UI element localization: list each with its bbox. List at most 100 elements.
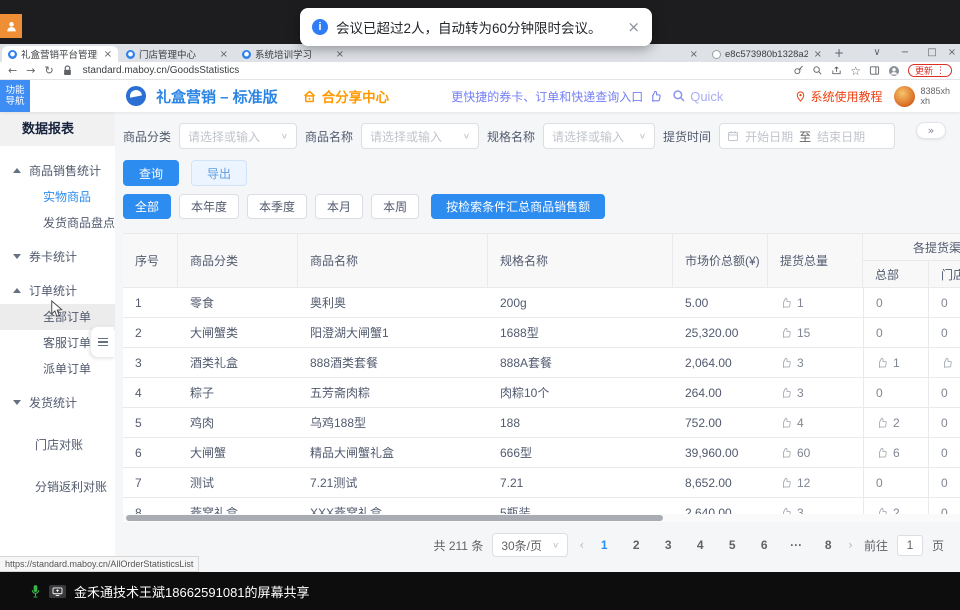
tab-close-icon[interactable]: × bbox=[104, 49, 112, 60]
page-number-3[interactable]: 3 bbox=[659, 538, 677, 552]
time-filter-本周[interactable]: 本周 bbox=[371, 194, 419, 219]
time-filter-本季度[interactable]: 本季度 bbox=[247, 194, 307, 219]
page-number-4[interactable]: 4 bbox=[691, 538, 709, 552]
cell-spec: 188 bbox=[488, 408, 673, 437]
thumb-icon bbox=[941, 357, 953, 369]
nav-toggle-button[interactable]: 功能导航 bbox=[0, 80, 30, 112]
date-range-picker[interactable]: 开始日期至结束日期 bbox=[719, 123, 895, 149]
filter-select-规格名称[interactable]: 请选择或输入∨ bbox=[543, 123, 655, 149]
filter-select-商品名称[interactable]: 请选择或输入∨ bbox=[361, 123, 479, 149]
tab-title: 系统培训学习 bbox=[255, 47, 330, 61]
sidebar-item-实物商品[interactable]: 实物商品 bbox=[0, 184, 115, 210]
tab-favicon bbox=[712, 50, 721, 59]
data-table: 序号商品分类商品名称规格名称市场价总额(¥)提货总量各提货渠道总部门店 1零食奥… bbox=[123, 233, 960, 514]
count-cell: 6 bbox=[863, 438, 928, 467]
sidebar-item-门店对账[interactable]: 门店对账 bbox=[0, 430, 115, 458]
count-cell: 0 bbox=[863, 378, 928, 407]
time-filter-全部[interactable]: 全部 bbox=[123, 194, 171, 219]
sidebar-item-发货商品盘点[interactable]: 发货商品盘点 bbox=[0, 210, 115, 236]
tutorial-link[interactable]: 系统使用教程 bbox=[795, 88, 882, 105]
cell-name: XXX燕窝礼盒 bbox=[298, 498, 488, 514]
reload-icon[interactable]: ↻ bbox=[44, 64, 53, 77]
location-pin-icon bbox=[795, 90, 806, 103]
count-cell: 12 bbox=[768, 468, 863, 497]
table-row: 2大闸蟹类阳澄湖大闸蟹11688型25,320.001500 bbox=[123, 318, 960, 348]
thumb-icon bbox=[780, 387, 792, 399]
window-maximize-icon[interactable]: □ bbox=[921, 44, 943, 62]
next-page-icon[interactable]: › bbox=[846, 538, 855, 552]
tab-close-icon[interactable]: × bbox=[220, 49, 228, 60]
browser-tab[interactable]: 门店管理中心× bbox=[120, 46, 234, 62]
share-center-link[interactable]: 合分享中心 bbox=[302, 86, 390, 106]
side-panel-icon[interactable] bbox=[869, 65, 880, 76]
horizontal-scrollbar[interactable] bbox=[123, 514, 960, 522]
time-filter-本月[interactable]: 本月 bbox=[315, 194, 363, 219]
meeting-toast: i 会议已超过2人，自动转为60分钟限时会议。 × bbox=[300, 8, 652, 46]
window-menu-icon[interactable]: ∨ bbox=[866, 44, 888, 62]
page-number-6[interactable]: 6 bbox=[755, 538, 773, 552]
browser-tab[interactable]: 系统培训学习 × bbox=[236, 46, 350, 62]
cell-no: 5 bbox=[123, 408, 178, 437]
page-size-select[interactable]: 30条/页∨ bbox=[492, 533, 568, 557]
browser-tab[interactable]: e8c573980b1328a258fd2e6f8× bbox=[706, 46, 828, 62]
cell-name: 7.21测试 bbox=[298, 468, 488, 497]
window-close-icon[interactable]: × bbox=[941, 44, 960, 62]
export-button[interactable]: 导出 bbox=[191, 160, 247, 186]
scrollbar-thumb[interactable] bbox=[126, 515, 663, 521]
url-text[interactable]: standard.maboy.cn/GoodsStatistics bbox=[83, 65, 240, 76]
tab-close-icon[interactable]: × bbox=[814, 49, 822, 60]
page-number-5[interactable]: 5 bbox=[723, 538, 741, 552]
window-minimize-icon[interactable]: − bbox=[894, 44, 916, 62]
forward-icon[interactable]: → bbox=[26, 64, 35, 77]
share-icon[interactable] bbox=[831, 65, 842, 76]
bookmark-star-icon[interactable]: ☆ bbox=[850, 64, 861, 78]
sidebar-group-商品销售统计[interactable]: 商品销售统计 bbox=[0, 156, 115, 184]
cell-category: 酒类礼盒 bbox=[178, 348, 298, 377]
password-key-icon[interactable] bbox=[793, 65, 804, 76]
time-filter-本年度[interactable]: 本年度 bbox=[179, 194, 239, 219]
mouse-cursor bbox=[50, 300, 63, 318]
summary-button[interactable]: 按检索条件汇总商品销售额 bbox=[431, 194, 605, 219]
prev-page-icon[interactable]: ‹ bbox=[577, 538, 586, 552]
avatar[interactable] bbox=[894, 86, 915, 107]
kebab-menu-icon[interactable]: ⋮ bbox=[936, 66, 945, 76]
cell-name: 乌鸡188型 bbox=[298, 408, 488, 437]
tab-close-icon[interactable]: × bbox=[690, 49, 698, 60]
cell-name: 奥利奥 bbox=[298, 288, 488, 317]
zoom-icon[interactable] bbox=[812, 65, 823, 76]
page-number-2[interactable]: 2 bbox=[627, 538, 645, 552]
toast-close-icon[interactable]: × bbox=[627, 18, 640, 36]
profile-icon[interactable] bbox=[888, 65, 900, 77]
quick-search[interactable]: Quick bbox=[672, 89, 723, 104]
search-button[interactable]: 查询 bbox=[123, 160, 179, 186]
group-header: 各提货渠道 bbox=[863, 234, 960, 261]
participant-icon-square[interactable] bbox=[0, 14, 22, 38]
back-icon[interactable]: ← bbox=[8, 64, 17, 77]
table-header: 序号商品分类商品名称规格名称市场价总额(¥)提货总量各提货渠道总部门店 bbox=[123, 234, 960, 288]
expand-more-button[interactable]: » bbox=[916, 122, 946, 139]
sidebar-group-发货统计[interactable]: 发货统计 bbox=[0, 388, 115, 416]
cell-no: 6 bbox=[123, 438, 178, 467]
new-tab-button[interactable]: + bbox=[832, 46, 846, 60]
tab-close-icon[interactable]: × bbox=[336, 49, 344, 60]
tab-favicon bbox=[8, 50, 17, 59]
page-number-1[interactable]: 1 bbox=[595, 538, 613, 552]
thumb-icon bbox=[780, 417, 792, 429]
table-row: 7测试7.21测试7.218,652.001200 bbox=[123, 468, 960, 498]
cell-no: 1 bbox=[123, 288, 178, 317]
page-number-8[interactable]: 8 bbox=[819, 538, 837, 552]
goto-page-input[interactable] bbox=[897, 535, 923, 556]
filter-select-商品分类[interactable]: 请选择或输入∨ bbox=[179, 123, 297, 149]
browser-tab[interactable]: 礼盒营销平台管理中心× bbox=[2, 46, 118, 62]
sidebar-item-分销返利对账[interactable]: 分销返利对账 bbox=[0, 472, 115, 500]
count-cell: 0 bbox=[928, 498, 960, 514]
date-start-placeholder: 开始日期 bbox=[745, 128, 793, 145]
count-cell: 0 bbox=[928, 468, 960, 497]
goto-label: 前往 bbox=[864, 537, 888, 554]
sidebar-group-券卡统计[interactable]: 券卡统计 bbox=[0, 242, 115, 270]
browser-update-button[interactable]: 更新⋮ bbox=[908, 64, 952, 77]
browser-tab[interactable]: × bbox=[472, 46, 704, 62]
sidebar-item-派单订单[interactable]: 派单订单 bbox=[0, 356, 115, 382]
drawer-handle[interactable] bbox=[90, 326, 114, 358]
brand-logo-icon bbox=[126, 86, 146, 106]
